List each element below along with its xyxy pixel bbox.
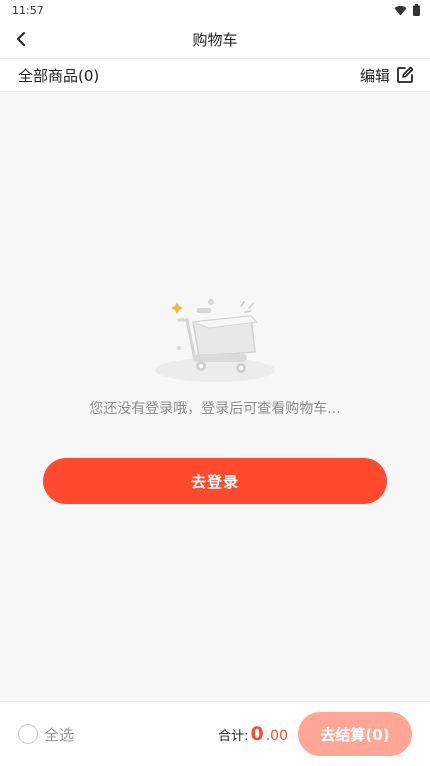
shopping-cart-illustration <box>155 299 275 382</box>
total-label: 合计: <box>218 729 249 744</box>
all-goods-label: 全部商品(0) <box>18 66 100 85</box>
edit-label: 编辑 <box>359 66 390 85</box>
select-all-radio[interactable] <box>18 724 38 744</box>
edit-icon <box>397 66 414 83</box>
status-time: 11:57 <box>12 3 44 17</box>
select-all-toggle[interactable]: 全选 <box>18 724 74 745</box>
back-arrow-icon <box>17 32 25 46</box>
nav-bar: 购物车 <box>0 20 430 58</box>
total-amount-dec: .00 <box>265 728 288 744</box>
cart-sub-header: 全部商品(0) 编辑 <box>0 58 430 92</box>
edit-button[interactable]: 编辑 <box>360 65 414 86</box>
cart-bottom-bar: 全选 合计: 0 .00 去结算(0) <box>0 701 430 766</box>
empty-cart-message: 您还没有登录哦，登录后可查看购物车... <box>89 401 341 417</box>
cart-content: 您还没有登录哦，登录后可查看购物车... 去登录 <box>0 92 430 701</box>
login-button[interactable]: 去登录 <box>43 458 387 504</box>
wifi-icon <box>394 5 407 16</box>
back-button[interactable] <box>10 28 32 50</box>
checkout-button[interactable]: 去结算(0) <box>298 712 412 756</box>
status-icons <box>394 4 420 16</box>
cart-total: 合计: 0 .00 <box>218 723 288 745</box>
battery-icon <box>413 4 420 16</box>
select-all-label: 全选 <box>44 725 75 744</box>
total-amount-int: 0 <box>250 723 264 745</box>
status-bar: 11:57 <box>0 0 430 20</box>
page-title: 购物车 <box>192 30 238 49</box>
